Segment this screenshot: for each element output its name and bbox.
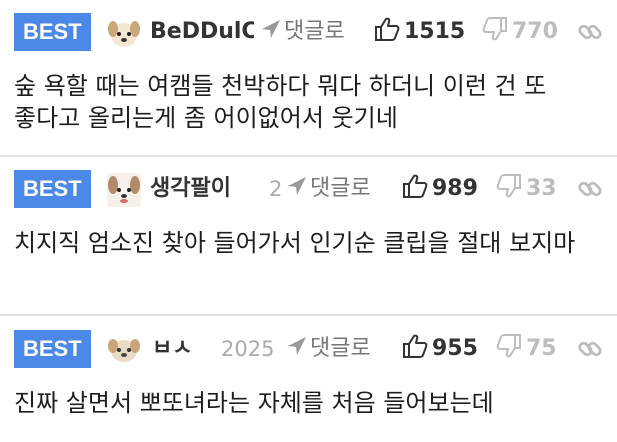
like-button[interactable]: 989 (402, 171, 478, 207)
avatar[interactable] (107, 16, 141, 50)
avatar[interactable] (107, 333, 141, 367)
avatar[interactable] (107, 173, 141, 207)
best-badge: BEST (14, 13, 91, 51)
dislike-count: 33 (526, 176, 557, 201)
reply-link[interactable]: 댓글로 (257, 14, 345, 50)
dislike-button[interactable]: 75 (496, 331, 557, 367)
thumbs-up-icon (374, 16, 400, 42)
like-button[interactable]: 955 (402, 331, 478, 367)
comment-item: BEST ㅂㅅ 2025 댓글로 955 75 진짜 살면서 뽀또녀라는 자체를… (0, 317, 617, 442)
like-count: 955 (432, 336, 478, 361)
dislike-button[interactable]: 33 (496, 171, 557, 207)
comment-item: BEST BeDDulC 댓글로 1515 770 숲 욕할 때는 여캠들 천박… (0, 0, 617, 155)
dog-avatar-icon (107, 173, 141, 207)
dislike-count: 75 (526, 336, 557, 361)
nickname[interactable]: ㅂㅅ (152, 331, 210, 367)
thumbs-down-icon (482, 16, 508, 42)
reply-arrow-icon (259, 17, 283, 41)
reply-label: 댓글로 (284, 19, 345, 44)
chain-link-icon[interactable] (576, 175, 604, 203)
thumbs-down-icon (496, 333, 522, 359)
divider (0, 314, 617, 316)
dislike-count: 770 (512, 19, 558, 44)
like-count: 989 (432, 176, 478, 201)
reply-arrow-icon (285, 334, 309, 358)
chain-link-icon[interactable] (576, 335, 604, 363)
like-button[interactable]: 1515 (374, 14, 465, 50)
comment-text: 치지직 엄소진 찾아 들어가서 인기순 클립을 절대 보지마 (14, 229, 576, 257)
comment-date: 2 (269, 177, 283, 201)
thumbs-up-icon (402, 333, 428, 359)
thumbs-up-icon (402, 173, 428, 199)
thumbs-down-icon (496, 173, 522, 199)
comment-item: BEST 생각팔이 2 댓글로 989 33 치지직 엄소진 찾아 들어가서 인… (0, 157, 617, 314)
reply-link[interactable]: 댓글로 (283, 331, 371, 367)
dog-avatar-icon (108, 339, 140, 362)
best-badge: BEST (14, 330, 91, 368)
reply-arrow-icon (285, 174, 309, 198)
comment-text: 진짜 살면서 뽀또녀라는 자체를 처음 들어보는데 (14, 389, 494, 417)
chain-link-icon[interactable] (576, 18, 604, 46)
like-count: 1515 (404, 19, 466, 44)
comment-header: BEST BeDDulC 댓글로 1515 770 (0, 0, 617, 60)
comment-date: 2025 (221, 337, 275, 361)
best-badge: BEST (14, 170, 91, 208)
reply-link[interactable]: 댓글로 (283, 171, 371, 207)
comment-text: 숲 욕할 때는 여캠들 천박하다 뭐다 하더니 이런 건 또 좋다고 올리는게 … (14, 72, 547, 132)
comment-header: BEST ㅂㅅ 2025 댓글로 955 75 (0, 317, 617, 377)
dog-avatar-icon (108, 21, 140, 47)
comment-header: BEST 생각팔이 2 댓글로 989 33 (0, 157, 617, 217)
dislike-button[interactable]: 770 (482, 14, 558, 50)
reply-label: 댓글로 (310, 336, 371, 361)
nickname[interactable]: 생각팔이 (150, 171, 256, 207)
reply-label: 댓글로 (310, 176, 371, 201)
nickname[interactable]: BeDDulC (150, 14, 254, 50)
